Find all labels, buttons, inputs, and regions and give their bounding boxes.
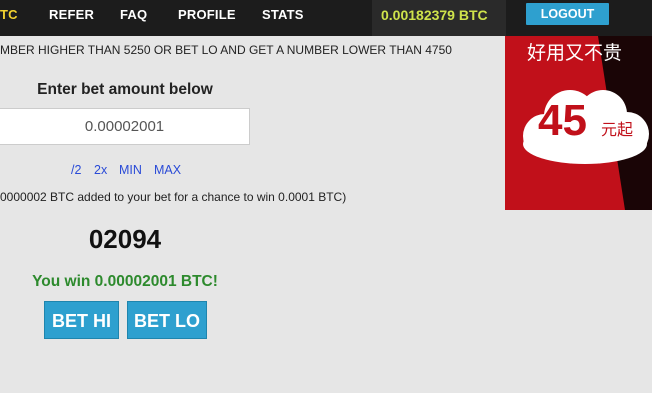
jackpot-info-text: 0000002 BTC added to your bet for a chan… bbox=[0, 190, 347, 204]
bet-amount-label: Enter bet amount below bbox=[37, 81, 213, 98]
halve-bet-link[interactable]: /2 bbox=[71, 163, 81, 177]
ad-headline: 好用又不贵 bbox=[527, 42, 623, 64]
advertisement-banner[interactable]: 好用又不贵 45 元起 bbox=[505, 36, 652, 210]
nav-stats-tab[interactable]: STATS bbox=[262, 0, 304, 36]
nav-profile-tab[interactable]: PROFILE bbox=[178, 0, 236, 36]
ad-price-suffix: 元起 bbox=[601, 120, 634, 139]
ad-price: 45 bbox=[538, 96, 587, 145]
bet-amount-input[interactable] bbox=[0, 108, 250, 145]
min-bet-link[interactable]: MIN bbox=[119, 163, 142, 177]
bet-hi-button[interactable]: BET HI bbox=[44, 301, 119, 339]
top-navigation: TC REFER FAQ PROFILE STATS 0.00182379 BT… bbox=[0, 0, 652, 36]
max-bet-link[interactable]: MAX bbox=[154, 163, 181, 177]
bet-lo-button[interactable]: BET LO bbox=[127, 301, 207, 339]
win-message: You win 0.00002001 BTC! bbox=[32, 273, 218, 290]
nav-btc-tab[interactable]: TC bbox=[0, 0, 18, 36]
rolled-number: 02094 bbox=[88, 224, 162, 254]
nav-refer-tab[interactable]: REFER bbox=[49, 0, 94, 36]
nav-faq-tab[interactable]: FAQ bbox=[120, 0, 147, 36]
double-bet-link[interactable]: 2x bbox=[94, 163, 107, 177]
game-rule-text: MBER HIGHER THAN 5250 OR BET LO AND GET … bbox=[0, 43, 452, 57]
balance-display: 0.00182379 BTC bbox=[381, 7, 488, 23]
logout-button[interactable]: LOGOUT bbox=[526, 3, 609, 25]
